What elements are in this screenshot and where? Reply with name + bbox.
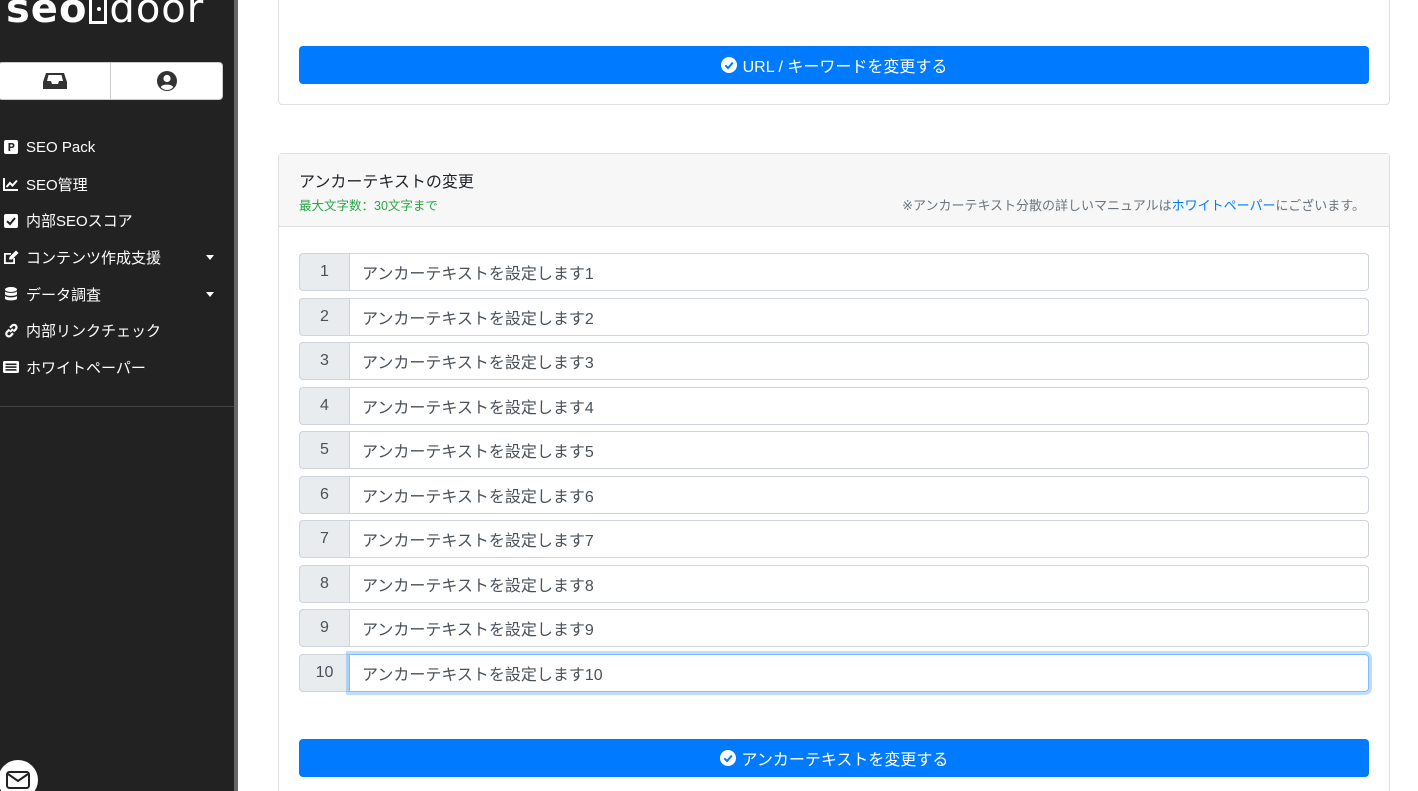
sidebar-item-seo-pack[interactable]: SEO Pack: [0, 129, 234, 166]
row-number: 7: [299, 520, 349, 558]
sidebar-item-seo-management[interactable]: SEO管理: [0, 166, 234, 203]
door-logo-icon: [89, 0, 108, 24]
chevron-down-icon: [206, 292, 214, 298]
p-square-icon: [2, 139, 20, 155]
row-number: 3: [299, 342, 349, 380]
anchor-text-input-2[interactable]: [349, 297, 1369, 336]
sidebar-item-label: 内部SEOスコア: [26, 213, 133, 231]
row-number: 6: [299, 475, 349, 514]
anchor-row-6: 6: [299, 475, 1369, 514]
anchor-row-4: 4: [299, 386, 1369, 425]
sidebar-item-data-research[interactable]: データ調査: [0, 276, 234, 313]
manual-note: ※アンカーテキスト分散の詳しいマニュアルはホワイトペーパーにございます。: [902, 195, 1365, 214]
inbox-icon: [42, 73, 67, 89]
inbox-button[interactable]: [0, 63, 110, 99]
sidebar-item-label: 内部リンクチェック: [26, 323, 162, 341]
anchor-row-5: 5: [299, 431, 1369, 469]
sidebar-item-content-creation[interactable]: コンテンツ作成支援: [0, 239, 234, 276]
anchor-text-input-5[interactable]: [349, 431, 1369, 469]
change-anchor-text-button[interactable]: アンカーテキストを変更する: [299, 739, 1369, 777]
envelope-icon: [6, 771, 30, 789]
note-prefix: ※アンカーテキスト分散の詳しいマニュアルは: [902, 198, 1172, 213]
anchor-text-input-3[interactable]: [349, 342, 1369, 380]
change-url-keyword-button[interactable]: URL / キーワードを変更する: [299, 46, 1369, 84]
anchor-text-input-1[interactable]: [349, 253, 1369, 291]
sidebar-item-internal-seo-score[interactable]: 内部SEOスコア: [0, 202, 234, 239]
anchor-row-1: 1: [299, 253, 1369, 291]
row-number: 1: [299, 253, 349, 291]
sidebar-divider: [0, 406, 234, 407]
anchor-row-2: 2: [299, 297, 1369, 336]
line-chart-icon: [2, 176, 20, 192]
chevron-down-icon: [206, 255, 214, 261]
card-title: アンカーテキストの変更: [299, 174, 474, 191]
row-number: 5: [299, 431, 349, 469]
user-account-button[interactable]: [110, 63, 222, 99]
sidebar-scrollbar[interactable]: [234, 0, 238, 791]
sidebar-item-label: コンテンツ作成支援: [26, 249, 162, 267]
anchor-row-9: 9: [299, 609, 1369, 647]
row-number: 4: [299, 386, 349, 425]
anchor-row-3: 3: [299, 342, 1369, 380]
sidebar-nav: SEO Pack SEO管理 内部SEOスコア コンテンツ作成支援 データ調査 …: [0, 129, 234, 386]
button-label: URL / キーワードを変更する: [742, 59, 948, 76]
logo-text-right: door: [109, 0, 205, 32]
anchor-text-input-10[interactable]: [349, 653, 1369, 692]
edit-icon: [2, 249, 20, 265]
anchor-row-10: 10: [299, 653, 1369, 692]
anchor-text-input-6[interactable]: [349, 475, 1369, 514]
row-number: 2: [299, 297, 349, 336]
database-icon: [2, 286, 20, 302]
max-chars-hint: 最大文字数：30文字まで: [299, 199, 438, 213]
check-circle-icon: [719, 750, 736, 766]
sidebar-item-label: データ調査: [26, 286, 102, 304]
sidebar: seo door SEO Pack SEO管理 内部SEOスコア コンテンツ作成…: [0, 0, 234, 791]
note-suffix: にございます。: [1275, 198, 1365, 213]
newspaper-icon: [2, 359, 20, 375]
anchor-row-7: 7: [299, 520, 1369, 558]
sidebar-item-internal-link-check[interactable]: 内部リンクチェック: [0, 312, 234, 349]
logo-text-left: seo: [6, 0, 88, 32]
white-paper-link[interactable]: ホワイトペーパー: [1172, 198, 1276, 213]
link-icon: [2, 323, 20, 339]
contact-mail-button[interactable]: [0, 760, 38, 791]
anchor-text-card: アンカーテキストの変更 最大文字数：30文字まで ※アンカーテキスト分散の詳しい…: [278, 153, 1390, 791]
row-number: 10: [299, 653, 349, 692]
anchor-text-input-8[interactable]: [349, 564, 1369, 603]
anchor-text-input-7[interactable]: [349, 520, 1369, 558]
sidebar-item-white-paper[interactable]: ホワイトペーパー: [0, 349, 234, 386]
button-label: アンカーテキストを変更する: [741, 752, 949, 769]
sidebar-item-label: ホワイトペーパー: [26, 359, 146, 377]
sidebar-item-label: SEO管理: [26, 176, 88, 194]
anchor-text-input-4[interactable]: [349, 386, 1369, 425]
sidebar-icon-bar: [0, 62, 223, 100]
sidebar-item-label: SEO Pack: [26, 138, 96, 156]
user-circle-icon: [156, 71, 177, 91]
row-number: 9: [299, 609, 349, 647]
card-header: アンカーテキストの変更 最大文字数：30文字まで ※アンカーテキスト分散の詳しい…: [279, 154, 1389, 227]
row-number: 8: [299, 564, 349, 603]
anchor-row-8: 8: [299, 564, 1369, 603]
anchor-text-input-9[interactable]: [349, 609, 1369, 647]
logo[interactable]: seo door: [6, 0, 204, 32]
check-square-icon: [2, 213, 20, 229]
check-circle-icon: [720, 57, 737, 73]
